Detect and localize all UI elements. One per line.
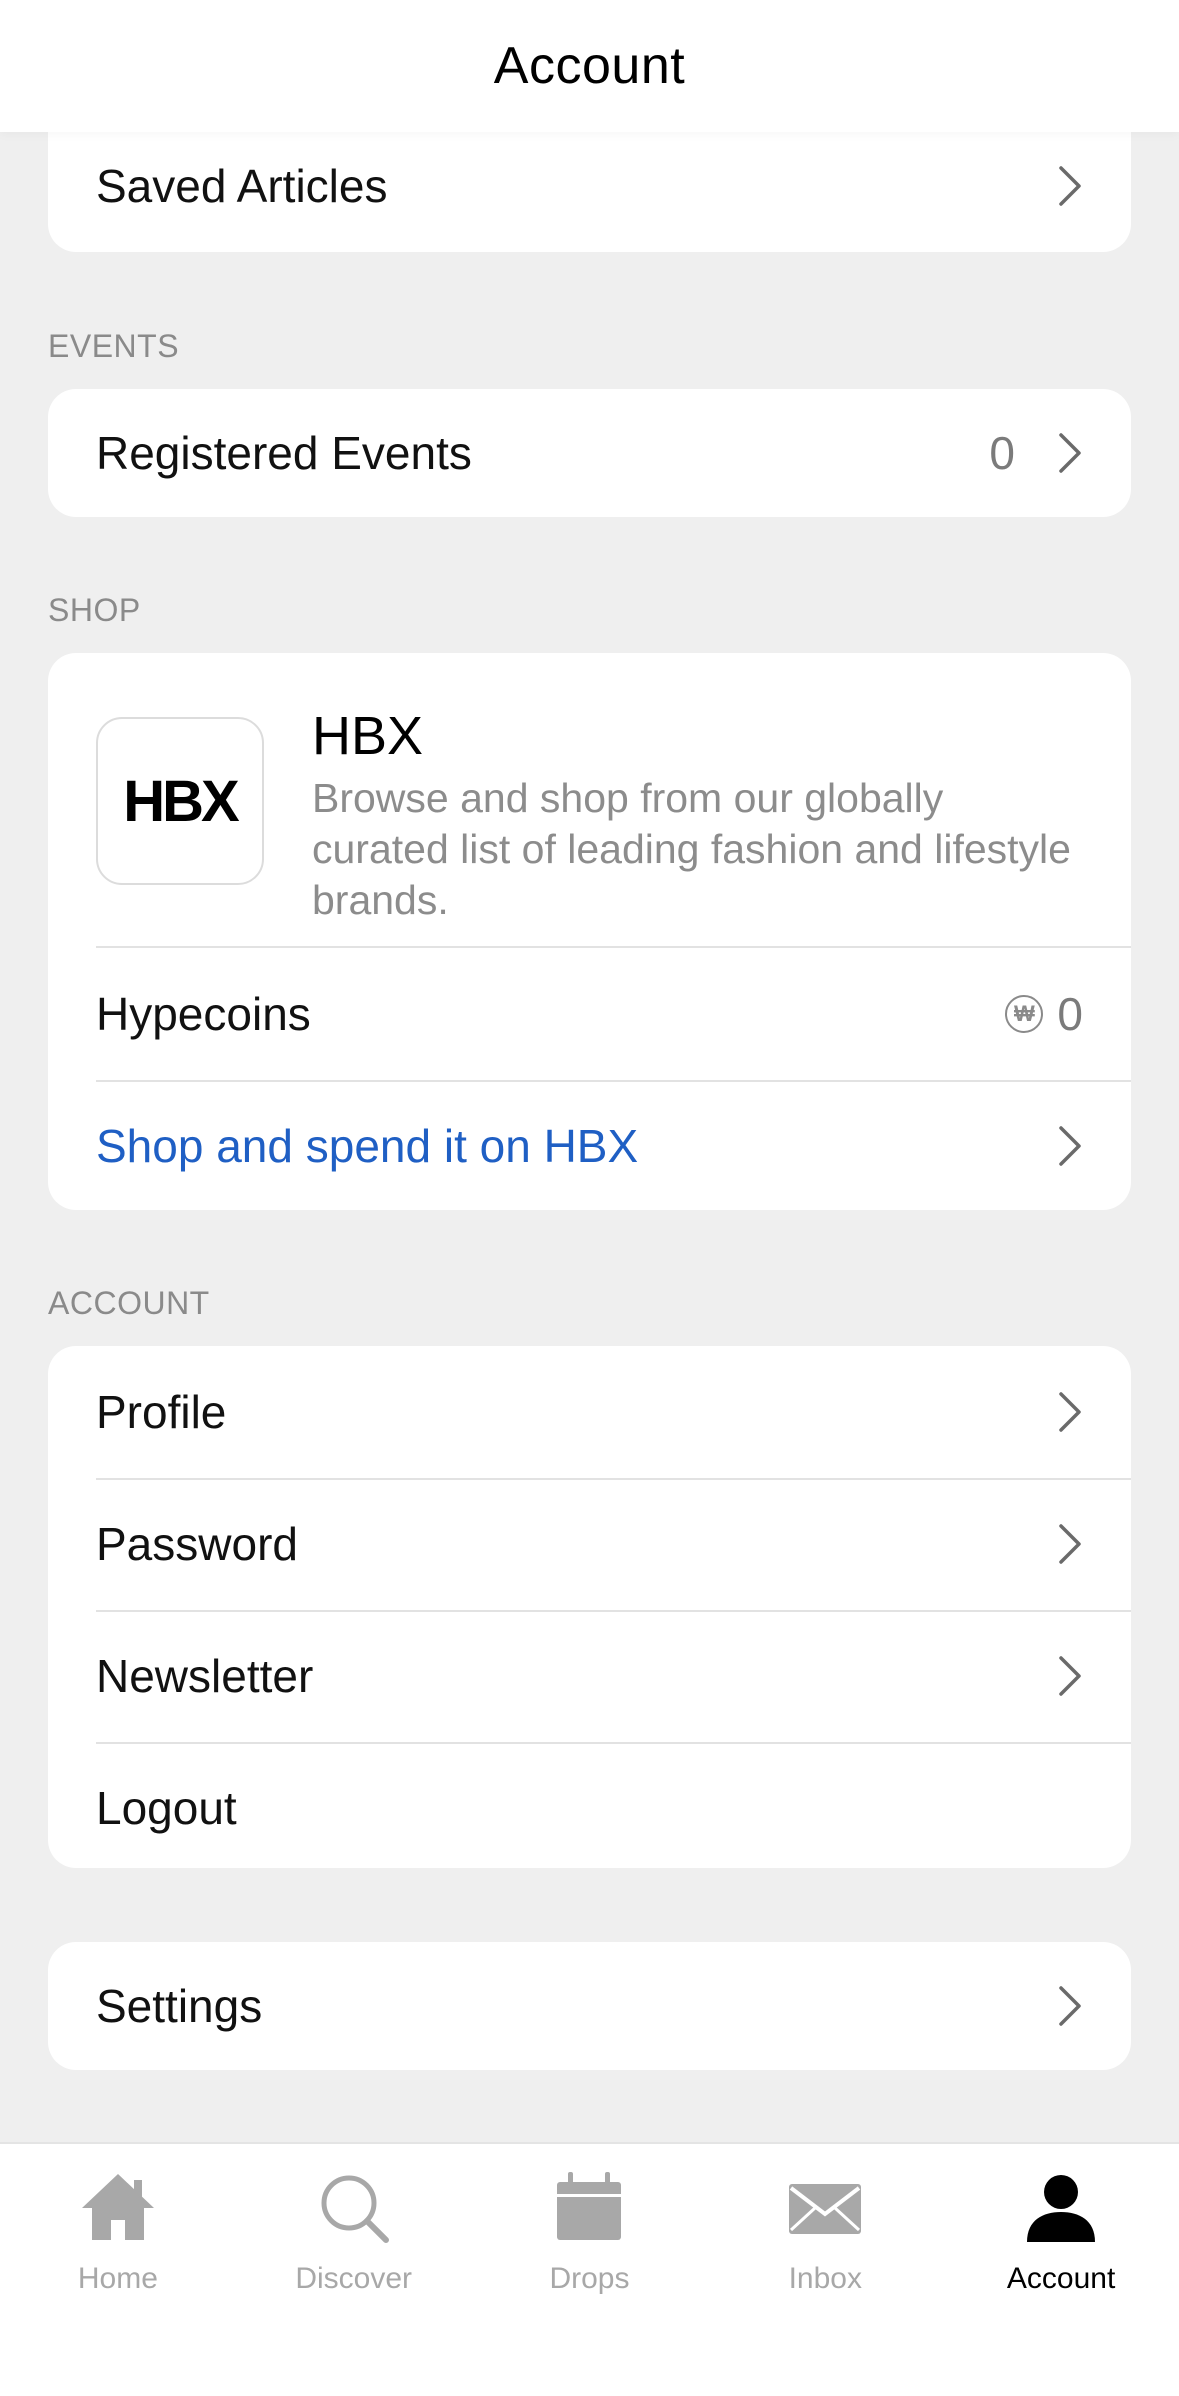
bottom-tab-bar: Home Discover Drops Inbox Account bbox=[0, 2142, 1179, 2396]
logout-label: Logout bbox=[96, 1782, 237, 1834]
page-title: Account bbox=[493, 37, 686, 95]
search-icon bbox=[321, 2175, 389, 2243]
events-card: Registered Events 0 bbox=[48, 389, 1131, 517]
newsletter-row[interactable]: Newsletter bbox=[48, 1610, 1131, 1742]
section-label-account: ACCOUNT bbox=[48, 1285, 210, 1321]
shop-info: HBX Browse and shop from our globally cu… bbox=[312, 703, 1072, 926]
hypecoins-label: Hypecoins bbox=[96, 988, 311, 1040]
tab-inbox[interactable]: Inbox bbox=[707, 2144, 943, 2396]
tab-discover[interactable]: Discover bbox=[236, 2144, 472, 2396]
tab-home[interactable]: Home bbox=[0, 2144, 236, 2396]
settings-label: Settings bbox=[96, 1980, 263, 2032]
shop-spend-link[interactable]: Shop and spend it on HBX bbox=[96, 1119, 1057, 1173]
section-label-events: EVENTS bbox=[48, 328, 180, 364]
tab-drops-label: Drops bbox=[549, 2262, 630, 2295]
person-icon bbox=[1027, 2175, 1096, 2242]
chevron-right-icon bbox=[1059, 433, 1081, 473]
registered-events-count: 0 bbox=[989, 427, 1015, 479]
shop-description: Browse and shop from our globally curate… bbox=[312, 775, 1071, 923]
tab-discover-label: Discover bbox=[295, 2262, 413, 2295]
shop-name: HBX bbox=[312, 706, 424, 766]
hypecoins-value: 0 bbox=[1057, 988, 1083, 1040]
hbx-logo-text: HBX bbox=[123, 768, 239, 834]
home-icon bbox=[81, 2174, 154, 2240]
newsletter-label: Newsletter bbox=[96, 1650, 314, 1702]
account-card: Profile Password Newsletter Logout bbox=[48, 1346, 1131, 1868]
settings-row[interactable]: Settings bbox=[48, 1942, 1131, 2070]
tab-account-label: Account bbox=[1006, 2262, 1116, 2295]
profile-label: Profile bbox=[96, 1386, 227, 1438]
shop-spend-link-row[interactable]: Shop and spend it on HBX bbox=[48, 1080, 1131, 1210]
hbx-logo: HBX bbox=[96, 717, 264, 885]
registered-events-label: Registered Events bbox=[96, 427, 472, 479]
calendar-icon bbox=[557, 2172, 622, 2240]
logout-row[interactable]: Logout bbox=[48, 1742, 1131, 1868]
chevron-right-icon bbox=[1059, 1126, 1081, 1166]
chevron-right-icon bbox=[1059, 1986, 1081, 2026]
password-label: Password bbox=[96, 1518, 298, 1570]
tab-home-label: Home bbox=[77, 2262, 158, 2295]
tab-account[interactable]: Account bbox=[943, 2144, 1179, 2396]
section-label-shop: SHOP bbox=[48, 592, 141, 628]
registered-events-row[interactable]: Registered Events 0 bbox=[48, 389, 1131, 517]
hypecoin-icon: ₩ bbox=[1005, 995, 1044, 1033]
saved-articles-label: Saved Articles bbox=[96, 160, 388, 212]
profile-row[interactable]: Profile bbox=[48, 1346, 1131, 1478]
hypecoins-row: Hypecoins ₩ 0 bbox=[48, 948, 1131, 1080]
tab-drops[interactable]: Drops bbox=[472, 2144, 708, 2396]
chevron-right-icon bbox=[1059, 1524, 1081, 1564]
hbx-shop-row[interactable]: HBX HBX Browse and shop from our globall… bbox=[48, 653, 1131, 948]
mail-icon bbox=[789, 2184, 862, 2234]
chevron-right-icon bbox=[1059, 1392, 1081, 1432]
top-header: Account bbox=[0, 0, 1179, 132]
chevron-right-icon bbox=[1059, 166, 1081, 206]
shop-card: HBX HBX Browse and shop from our globall… bbox=[48, 653, 1131, 1210]
tab-inbox-label: Inbox bbox=[788, 2262, 862, 2295]
chevron-right-icon bbox=[1059, 1656, 1081, 1696]
password-row[interactable]: Password bbox=[48, 1478, 1131, 1610]
settings-card: Settings bbox=[48, 1942, 1131, 2070]
